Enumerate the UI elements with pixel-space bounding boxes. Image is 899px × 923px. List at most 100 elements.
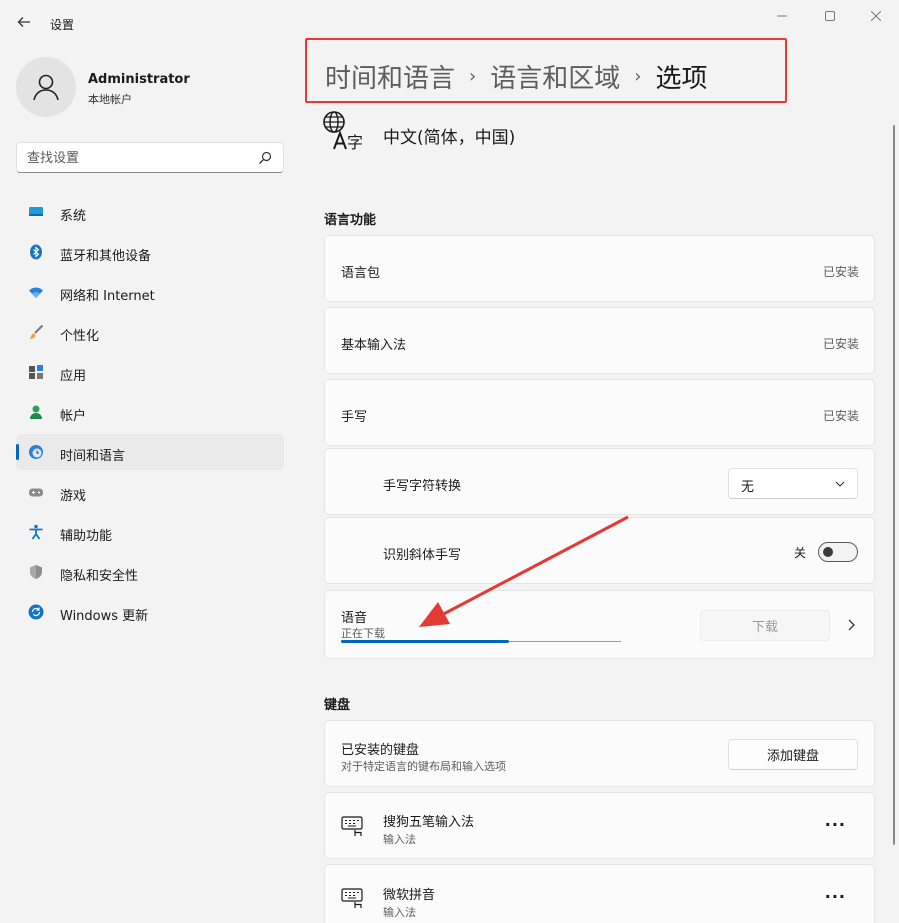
language-name: 中文(简体，中国) bbox=[383, 128, 516, 148]
section-title-keyboard: 键盘 bbox=[324, 698, 351, 713]
sidebar-item-accessibility[interactable]: 辅助功能 bbox=[16, 514, 284, 550]
sidebar-item-time-language[interactable]: 时间和语言 bbox=[16, 434, 284, 470]
accessibility-icon bbox=[29, 524, 43, 540]
row-label: 手写 bbox=[341, 410, 368, 425]
download-progress-fill bbox=[341, 640, 509, 643]
back-arrow-icon bbox=[17, 17, 30, 27]
keyboard-icon bbox=[341, 816, 363, 836]
keyboard-item: 微软拼音 输入法 ··· bbox=[324, 864, 875, 923]
section-title-language-features: 语言功能 bbox=[324, 213, 377, 228]
language-icon: 字 bbox=[323, 111, 363, 150]
account-icon bbox=[30, 405, 42, 419]
add-keyboard-button[interactable]: 添加键盘 bbox=[728, 739, 858, 770]
download-status: 正在下载 bbox=[341, 627, 385, 640]
toggle-state-label: 关 bbox=[793, 546, 806, 560]
apps-icon bbox=[29, 365, 43, 379]
keyboard-name: 微软拼音 bbox=[383, 888, 436, 903]
row-label: 语言包 bbox=[341, 266, 381, 281]
chevron-down-icon bbox=[835, 481, 845, 487]
installed-keyboards-row: 已安装的键盘 对于特定语言的键布局和输入选项 添加键盘 bbox=[324, 720, 875, 787]
dropdown-value: 无 bbox=[741, 480, 755, 495]
user-name: Administrator bbox=[88, 72, 190, 87]
sidebar-item-label: 系统 bbox=[60, 209, 87, 224]
user-icon bbox=[33, 74, 59, 101]
italic-handwriting-row: 识别斜体手写 关 bbox=[324, 517, 875, 584]
keyboard-name: 搜狗五笔输入法 bbox=[383, 815, 475, 830]
row-label: 已安装的键盘 bbox=[341, 743, 420, 758]
language-pack-row: 语言包 已安装 bbox=[324, 235, 875, 302]
sidebar-item-accounts[interactable]: 帐户 bbox=[16, 394, 284, 430]
page-title: 选项 bbox=[655, 64, 708, 94]
search-input[interactable] bbox=[27, 149, 247, 167]
speech-row[interactable]: 语音 正在下载 下载 bbox=[324, 590, 875, 659]
download-button[interactable]: 下载 bbox=[700, 610, 830, 641]
sidebar-nav: 系统 蓝牙和其他设备 网络和 Internet 个性化 应用 帐户 时间和语言 … bbox=[16, 194, 284, 634]
breadcrumb: 时间和语言 › 语言和区域 › 选项 bbox=[325, 58, 707, 95]
breadcrumb-time-language[interactable]: 时间和语言 bbox=[325, 58, 455, 95]
row-label: 语音 bbox=[341, 611, 368, 626]
svg-text:字: 字 bbox=[347, 133, 363, 150]
keyboard-item: 搜狗五笔输入法 输入法 ··· bbox=[324, 792, 875, 859]
breadcrumb-separator-icon: › bbox=[469, 66, 477, 87]
sidebar-item-network[interactable]: 网络和 Internet bbox=[16, 274, 284, 310]
more-options-button[interactable]: ··· bbox=[825, 815, 846, 834]
system-icon bbox=[29, 207, 43, 216]
status-text: 已安装 bbox=[822, 409, 859, 423]
sidebar-item-label: Windows 更新 bbox=[60, 609, 149, 624]
more-options-button[interactable]: ··· bbox=[825, 887, 846, 906]
status-text: 已安装 bbox=[822, 337, 859, 351]
sidebar-item-privacy[interactable]: 隐私和安全性 bbox=[16, 554, 284, 590]
sidebar-item-bluetooth[interactable]: 蓝牙和其他设备 bbox=[16, 234, 284, 270]
keyboard-icon bbox=[341, 888, 363, 908]
sidebar-item-label: 时间和语言 bbox=[60, 449, 126, 464]
row-label: 手写字符转换 bbox=[383, 479, 462, 494]
sidebar-item-label: 蓝牙和其他设备 bbox=[60, 249, 152, 264]
sidebar-item-gaming[interactable]: 游戏 bbox=[16, 474, 284, 510]
brush-icon bbox=[29, 324, 44, 339]
sidebar-item-label: 辅助功能 bbox=[60, 529, 113, 544]
keyboard-type: 输入法 bbox=[383, 833, 416, 846]
sidebar-item-personalization[interactable]: 个性化 bbox=[16, 314, 284, 350]
close-icon bbox=[871, 11, 881, 21]
sidebar-item-system[interactable]: 系统 bbox=[16, 194, 284, 230]
sidebar-item-label: 应用 bbox=[60, 369, 87, 384]
keyboard-type: 输入法 bbox=[383, 906, 416, 919]
bluetooth-icon bbox=[30, 244, 42, 260]
back-button[interactable] bbox=[12, 10, 36, 34]
italic-handwriting-toggle[interactable] bbox=[818, 542, 858, 562]
row-description: 对于特定语言的键布局和输入选项 bbox=[341, 760, 506, 773]
window-title: 设置 bbox=[50, 18, 75, 32]
toggle-knob bbox=[823, 547, 833, 557]
shield-icon bbox=[30, 565, 42, 579]
row-label: 基本输入法 bbox=[341, 338, 407, 353]
basic-typing-row: 基本输入法 已安装 bbox=[324, 307, 875, 374]
user-profile[interactable]: Administrator 本地帐户 bbox=[16, 57, 286, 117]
sidebar-item-label: 游戏 bbox=[60, 489, 87, 504]
handwriting-conversion-dropdown[interactable]: 无 bbox=[728, 468, 858, 499]
sidebar-item-windows-update[interactable]: Windows 更新 bbox=[16, 594, 284, 630]
update-icon bbox=[28, 604, 44, 620]
avatar bbox=[16, 57, 76, 117]
handwriting-conversion-row: 手写字符转换 无 bbox=[324, 448, 875, 515]
time-language-icon bbox=[29, 445, 43, 459]
breadcrumb-language-region[interactable]: 语言和区域 bbox=[490, 58, 620, 95]
status-text: 已安装 bbox=[822, 265, 859, 279]
breadcrumb-separator-icon: › bbox=[634, 66, 642, 87]
annotation-highlight-box: 时间和语言 › 语言和区域 › 选项 bbox=[305, 38, 787, 103]
close-button[interactable] bbox=[864, 6, 888, 26]
row-label: 识别斜体手写 bbox=[383, 548, 462, 563]
account-type: 本地帐户 bbox=[88, 93, 132, 106]
minimize-icon bbox=[777, 15, 787, 17]
maximize-button[interactable] bbox=[818, 6, 842, 26]
wifi-icon bbox=[29, 287, 43, 298]
maximize-icon bbox=[825, 11, 835, 21]
sidebar-item-apps[interactable]: 应用 bbox=[16, 354, 284, 390]
chevron-right-icon[interactable] bbox=[846, 619, 856, 631]
minimize-button[interactable] bbox=[770, 6, 794, 26]
search-icon[interactable] bbox=[257, 150, 273, 166]
scrollbar[interactable] bbox=[893, 125, 895, 845]
sidebar-item-label: 网络和 Internet bbox=[60, 289, 155, 304]
search-box[interactable] bbox=[16, 142, 284, 173]
sidebar-item-label: 帐户 bbox=[60, 409, 87, 424]
gamepad-icon bbox=[29, 488, 43, 497]
